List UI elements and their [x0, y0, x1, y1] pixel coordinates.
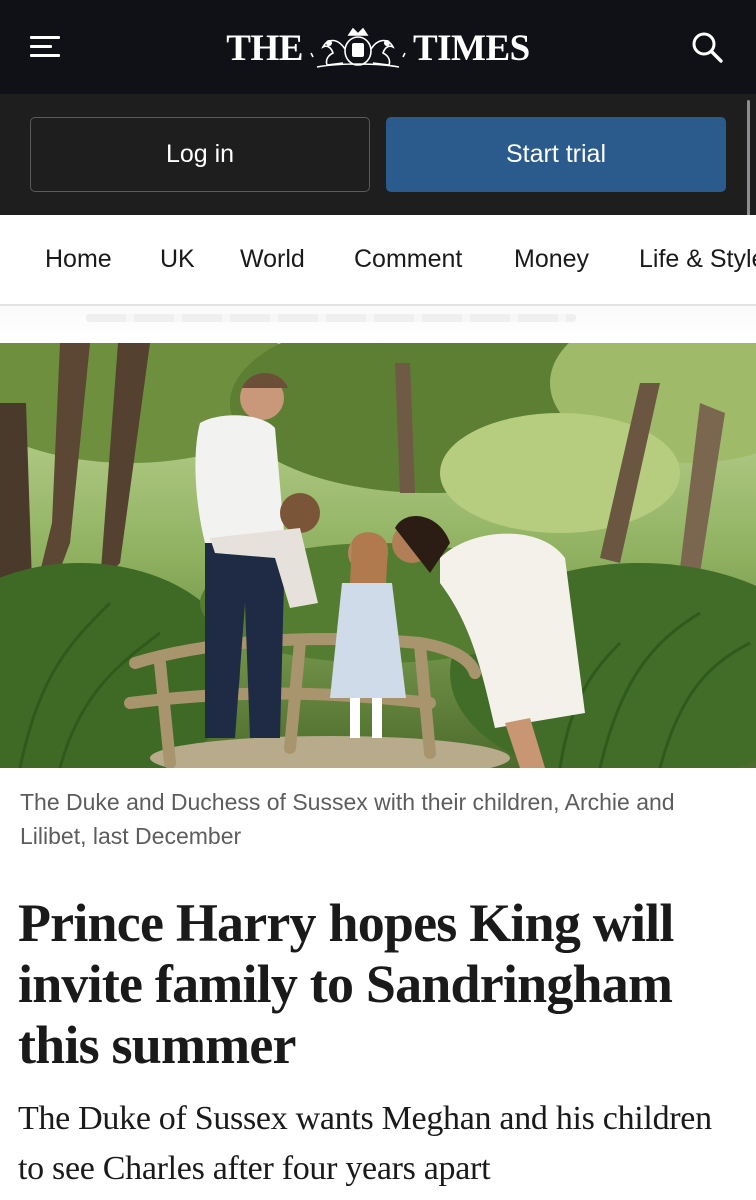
- article-standfirst: The Duke of Sussex wants Meghan and his …: [18, 1100, 712, 1187]
- nav-item-comment[interactable]: Comment: [354, 245, 462, 274]
- nav-item-uk[interactable]: UK: [160, 245, 195, 274]
- ad-placeholder-strip: [0, 306, 756, 344]
- section-nav: Home UK World Comment Money Life & Style: [0, 215, 756, 306]
- masthead-logo[interactable]: THE TIMES: [0, 24, 756, 72]
- start-trial-button[interactable]: Start trial: [386, 117, 726, 192]
- masthead-word-right: TIMES: [412, 27, 530, 69]
- search-icon[interactable]: [690, 30, 726, 66]
- article-headline: Prince Harry hopes King will invite fami…: [18, 893, 674, 1075]
- hero-photo[interactable]: [0, 343, 756, 768]
- login-button[interactable]: Log in: [30, 117, 370, 192]
- nav-item-home[interactable]: Home: [45, 245, 112, 274]
- nav-item-money[interactable]: Money: [514, 245, 589, 274]
- scrollbar-thumb[interactable]: [747, 100, 750, 220]
- masthead-word-left: THE: [226, 27, 303, 69]
- nav-item-life-style[interactable]: Life & Style: [639, 245, 756, 274]
- account-strip: Log in Start trial: [0, 94, 756, 215]
- nav-item-world[interactable]: World: [240, 245, 305, 274]
- royal-crest-icon: [310, 27, 406, 68]
- photo-caption: The Duke and Duchess of Sussex with thei…: [20, 789, 675, 849]
- masthead-bar: THE TIMES: [0, 0, 756, 94]
